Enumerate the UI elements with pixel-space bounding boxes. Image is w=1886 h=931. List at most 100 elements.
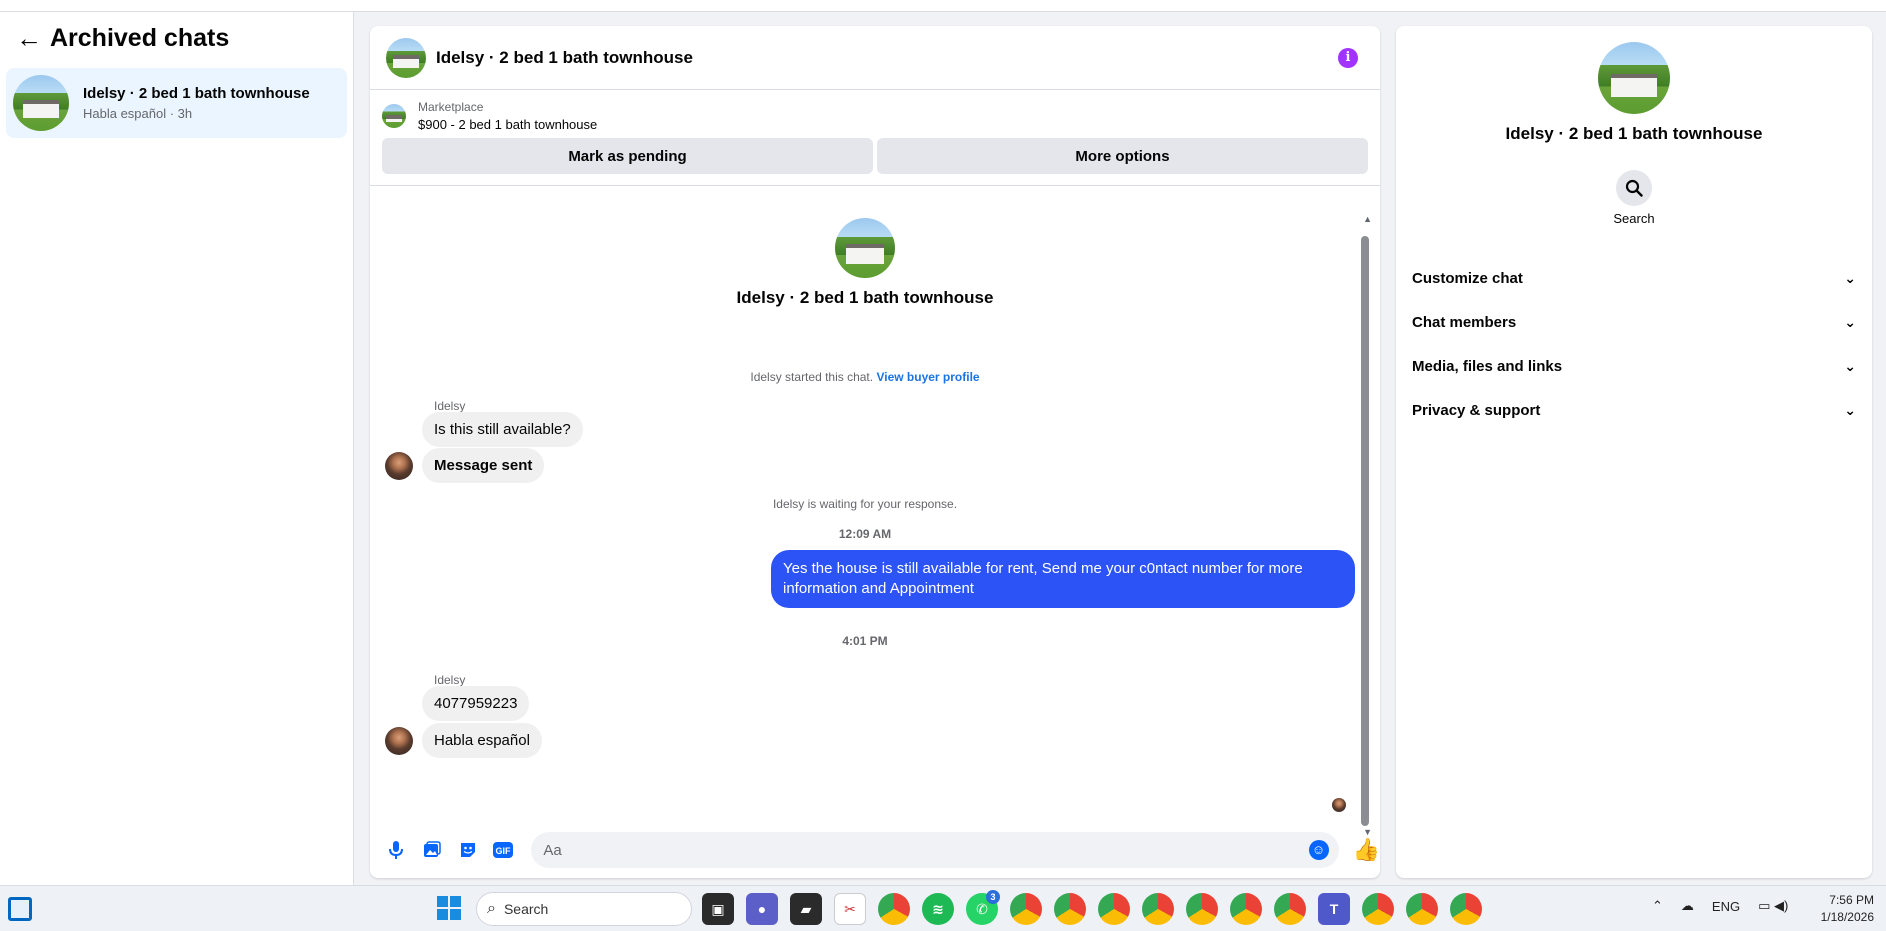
- view-buyer-profile-link[interactable]: View buyer profile: [876, 370, 979, 384]
- search-icon: [1625, 179, 1643, 197]
- system-tray: ⌃ ☁ ENG ▭ ◀): [1652, 898, 1788, 914]
- chrome-profile-icon[interactable]: [1362, 893, 1394, 925]
- panel-avatar[interactable]: [1598, 42, 1670, 114]
- section-label: Customize chat: [1412, 269, 1523, 287]
- info-icon[interactable]: i: [1338, 48, 1358, 68]
- sender-avatar[interactable]: [385, 452, 413, 480]
- sticky-notes-icon[interactable]: ▰: [790, 893, 822, 925]
- search-icon: ⌕: [487, 900, 496, 917]
- thumbs-up-icon[interactable]: 👍: [1353, 837, 1380, 863]
- windows-taskbar: ⌕ Search ▣ ● ▰ ✂ ≋ ✆ 3 T ⌃ ☁ ENG ▭ ◀) 7:5…: [0, 885, 1886, 931]
- archived-sidebar: ← Archived chats Idelsy · 2 bed 1 bath t…: [0, 12, 354, 885]
- language-indicator[interactable]: ENG: [1712, 899, 1740, 914]
- widgets-icon[interactable]: [8, 897, 32, 921]
- chrome-profile-icon[interactable]: [1274, 893, 1306, 925]
- spotify-icon[interactable]: ≋: [922, 893, 954, 925]
- started-text: Idelsy started this chat.: [750, 370, 874, 384]
- timestamp: 12:09 AM: [838, 527, 892, 541]
- clock-date: 1/18/2026: [1820, 910, 1874, 924]
- sidebar-title: Archived chats: [50, 23, 230, 52]
- section-chat-members[interactable]: Chat members ⌄: [1396, 300, 1872, 344]
- clock-time: 7:56 PM: [1829, 893, 1874, 907]
- start-tile: [437, 909, 448, 920]
- chat-intro: Idelsy · 2 bed 1 bath townhouse: [370, 218, 1360, 308]
- chevron-down-icon: ⌄: [1844, 313, 1856, 330]
- start-tile: [450, 909, 461, 920]
- incoming-message[interactable]: Message sent: [422, 448, 545, 483]
- gif-icon[interactable]: GIF: [489, 836, 517, 864]
- start-tile: [437, 896, 448, 907]
- chrome-icon[interactable]: [878, 893, 910, 925]
- chrome-profile-icon[interactable]: [1098, 893, 1130, 925]
- chrome-profile-icon[interactable]: [1142, 893, 1174, 925]
- timestamp: 4:01 PM: [842, 634, 888, 648]
- chat-header: Idelsy · 2 bed 1 bath townhouse i: [370, 26, 1380, 90]
- sidebar-header: ← Archived chats: [0, 12, 353, 64]
- meet-icon[interactable]: ●: [746, 893, 778, 925]
- section-privacy-support[interactable]: Privacy & support ⌄: [1396, 388, 1872, 432]
- start-tile: [450, 896, 461, 907]
- back-arrow-icon[interactable]: ←: [16, 23, 50, 54]
- section-customize-chat[interactable]: Customize chat ⌄: [1396, 256, 1872, 300]
- message-list: Idelsy · 2 bed 1 bath townhouse Idelsy s…: [370, 186, 1380, 814]
- chat-item-title: Idelsy · 2 bed 1 bath townhouse: [83, 85, 310, 102]
- section-label: Privacy & support: [1412, 401, 1541, 419]
- scroll-up-arrow-icon[interactable]: ▲: [1363, 214, 1372, 224]
- chevron-down-icon: ⌄: [1844, 357, 1856, 374]
- chrome-profile-icon[interactable]: [1186, 893, 1218, 925]
- scrollbar-thumb[interactable]: [1361, 236, 1369, 826]
- sticker-icon[interactable]: [454, 836, 482, 864]
- chat-list-item[interactable]: Idelsy · 2 bed 1 bath townhouse Habla es…: [6, 68, 347, 138]
- panel-sections: Customize chat ⌄ Chat members ⌄ Media, fil…: [1396, 256, 1872, 432]
- search-button[interactable]: [1616, 170, 1652, 206]
- chevron-up-icon[interactable]: ⌃: [1652, 898, 1663, 914]
- incoming-message[interactable]: Habla español: [422, 723, 542, 758]
- chat-header-title[interactable]: Idelsy · 2 bed 1 bath townhouse: [436, 48, 693, 68]
- taskbar-apps: ▣ ● ▰ ✂ ≋ ✆ 3 T: [702, 890, 1482, 925]
- chrome-profile-icon[interactable]: [1450, 893, 1482, 925]
- chevron-down-icon: ⌄: [1844, 401, 1856, 418]
- house-thumbnail-icon: [13, 75, 69, 131]
- waiting-note: Idelsy is waiting for your response.: [772, 497, 958, 511]
- chat-item-subtitle: Habla español · 3h: [83, 106, 193, 121]
- microphone-icon[interactable]: [382, 836, 410, 864]
- more-options-button[interactable]: More options: [877, 138, 1368, 174]
- section-label: Media, files and links: [1412, 357, 1563, 375]
- task-view-icon[interactable]: ▣: [702, 893, 734, 925]
- search-label: Search: [1613, 211, 1655, 226]
- listing-thumbnail: [382, 104, 406, 128]
- incoming-message[interactable]: Is this still available?: [422, 412, 583, 447]
- panel-title: Idelsy · 2 bed 1 bath townhouse: [1505, 124, 1763, 143]
- mark-pending-button[interactable]: Mark as pending: [382, 138, 873, 174]
- incoming-message[interactable]: 4077959223: [422, 686, 530, 721]
- sender-name: Idelsy: [434, 399, 466, 413]
- cloud-offline-icon[interactable]: ☁: [1681, 898, 1694, 914]
- whatsapp-icon[interactable]: ✆ 3: [966, 890, 1000, 925]
- section-label: Chat members: [1412, 313, 1517, 331]
- clock[interactable]: 7:56 PM 1/18/2026: [1814, 892, 1874, 926]
- header-avatar[interactable]: [386, 37, 426, 78]
- message-input[interactable]: Aa ☺: [531, 832, 1339, 868]
- intro-avatar: [835, 218, 895, 278]
- svg-text:GIF: GIF: [496, 846, 512, 856]
- emoji-icon[interactable]: ☺: [1308, 840, 1329, 860]
- chrome-profile-icon[interactable]: [1230, 893, 1262, 925]
- start-button[interactable]: [437, 896, 461, 920]
- intro-title: Idelsy · 2 bed 1 bath townhouse: [736, 288, 994, 307]
- listing-title[interactable]: $900 - 2 bed 1 bath townhouse: [418, 117, 597, 132]
- taskbar-search[interactable]: ⌕ Search: [476, 892, 692, 926]
- chrome-profile-icon[interactable]: [1054, 893, 1086, 925]
- network-volume-icon[interactable]: ▭ ◀): [1758, 898, 1788, 914]
- teams-icon[interactable]: T: [1318, 893, 1350, 925]
- browser-top-strip: [0, 0, 1886, 12]
- chrome-profile-icon[interactable]: [1406, 893, 1438, 925]
- outgoing-message[interactable]: Yes the house is still available for ren…: [771, 550, 1355, 608]
- message-composer: GIF Aa ☺ 👍: [370, 822, 1380, 878]
- snipping-tool-icon[interactable]: ✂: [834, 893, 866, 925]
- sender-avatar[interactable]: [385, 727, 413, 755]
- marketplace-label: Marketplace: [418, 100, 484, 114]
- photo-icon[interactable]: [418, 836, 446, 864]
- marketplace-banner: Marketplace $900 - 2 bed 1 bath townhous…: [370, 90, 1380, 186]
- chrome-profile-icon[interactable]: [1010, 893, 1042, 925]
- section-media-files-links[interactable]: Media, files and links ⌄: [1396, 344, 1872, 388]
